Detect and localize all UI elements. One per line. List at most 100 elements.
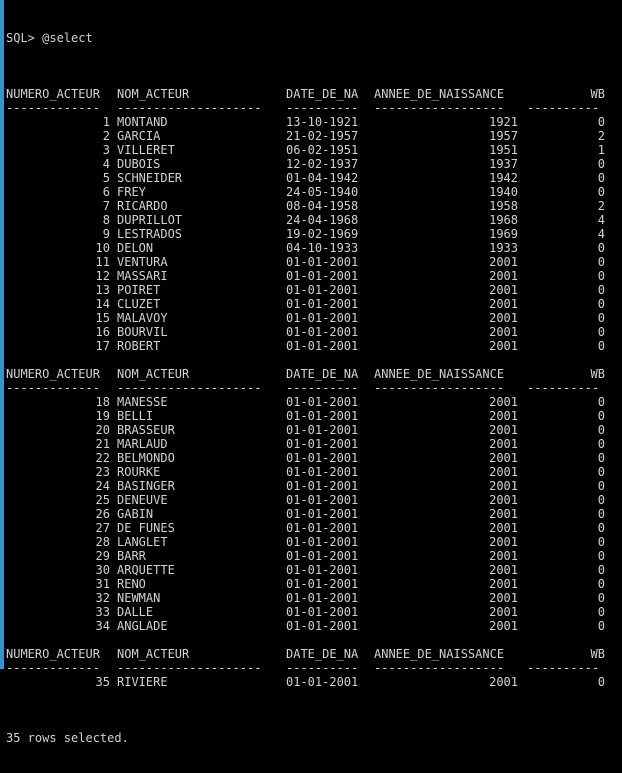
table-row: 25 DENEUVE 01-01-2001 2001 0	[6, 493, 622, 507]
date-de-na-cell: 01-04-1942	[286, 171, 359, 185]
numero-acteur-cell: 22	[95, 451, 110, 465]
nom-acteur-cell: VENTURA	[117, 255, 168, 269]
annee-de-naissance-cell: 2001	[489, 325, 518, 339]
header-wb: WB	[590, 87, 605, 101]
column-separator: --------------------	[117, 661, 262, 675]
wb-cell: 0	[597, 409, 605, 423]
wb-cell: 0	[597, 185, 605, 199]
column-separator: ----------	[527, 381, 600, 395]
table-row: 10 DELON 04-10-1933 1933 0	[6, 241, 622, 255]
annee-de-naissance-cell: 2001	[489, 549, 518, 563]
column-separator: --------------------	[117, 381, 262, 395]
numero-acteur-cell: 14	[95, 297, 110, 311]
table-row: 9 LESTRADOS 19-02-1969 1969 4	[6, 227, 622, 241]
table-row: 30 ARQUETTE 01-01-2001 2001 0	[6, 563, 622, 577]
table-row: 26 GABIN 01-01-2001 2001 0	[6, 507, 622, 521]
annee-de-naissance-cell: 2001	[489, 591, 518, 605]
annee-de-naissance-cell: 2001	[489, 311, 518, 325]
numero-acteur-cell: 8	[102, 213, 110, 227]
numero-acteur-cell: 13	[95, 283, 110, 297]
wb-cell: 0	[597, 283, 605, 297]
table-row: 15 MALAVOY 01-01-2001 2001 0	[6, 311, 622, 325]
nom-acteur-cell: BASINGER	[117, 479, 175, 493]
table-row: 1 MONTAND 13-10-1921 1921 0	[6, 115, 622, 129]
numero-acteur-cell: 2	[102, 129, 110, 143]
nom-acteur-cell: POIRET	[117, 283, 161, 297]
numero-acteur-cell: 31	[95, 577, 110, 591]
wb-cell: 4	[597, 213, 605, 227]
nom-acteur-cell: DALLE	[117, 605, 154, 619]
annee-de-naissance-cell: 2001	[489, 619, 518, 633]
date-de-na-cell: 13-10-1921	[286, 115, 359, 129]
numero-acteur-cell: 21	[95, 437, 110, 451]
date-de-na-cell: 01-01-2001	[286, 325, 359, 339]
numero-acteur-cell: 12	[95, 269, 110, 283]
annee-de-naissance-cell: 2001	[489, 451, 518, 465]
date-de-na-cell: 06-02-1951	[286, 143, 359, 157]
annee-de-naissance-cell: 2001	[489, 339, 518, 353]
table-row: 20 BRASSEUR 01-01-2001 2001 0	[6, 423, 622, 437]
wb-cell: 0	[597, 255, 605, 269]
date-de-na-cell: 01-01-2001	[286, 255, 359, 269]
table-row: 14 CLUZET 01-01-2001 2001 0	[6, 297, 622, 311]
table-row: 29 BARR 01-01-2001 2001 0	[6, 549, 622, 563]
annee-de-naissance-cell: 2001	[489, 675, 518, 689]
column-separator: -------------	[6, 101, 100, 115]
nom-acteur-cell: VILLERET	[117, 143, 175, 157]
table-row: 18 MANESSE 01-01-2001 2001 0	[6, 395, 622, 409]
table-row: 21 MARLAUD 01-01-2001 2001 0	[6, 437, 622, 451]
nom-acteur-cell: CLUZET	[117, 297, 161, 311]
header-numero-acteur: NUMERO_ACTEUR	[6, 87, 100, 101]
nom-acteur-cell: BARR	[117, 549, 146, 563]
date-de-na-cell: 01-01-2001	[286, 409, 359, 423]
annee-de-naissance-cell: 2001	[489, 465, 518, 479]
header-date-de-na: DATE_DE_NA	[286, 367, 359, 381]
numero-acteur-cell: 26	[95, 507, 110, 521]
nom-acteur-cell: ROURKE	[117, 465, 161, 479]
annee-de-naissance-cell: 2001	[489, 577, 518, 591]
header-annee-de-naissance: ANNEE_DE_NAISSANCE	[374, 647, 505, 661]
wb-cell: 0	[597, 507, 605, 521]
numero-acteur-cell: 5	[102, 171, 110, 185]
nom-acteur-cell: DELON	[117, 241, 154, 255]
table-row: 32 NEWMAN 01-01-2001 2001 0	[6, 591, 622, 605]
nom-acteur-cell: DUPRILLOT	[117, 213, 183, 227]
nom-acteur-cell: ROBERT	[117, 339, 161, 353]
column-separator: ----------	[286, 661, 359, 675]
annee-de-naissance-cell: 1940	[489, 185, 518, 199]
table-row: 19 BELLI 01-01-2001 2001 0	[6, 409, 622, 423]
annee-de-naissance-cell: 1921	[489, 115, 518, 129]
wb-cell: 0	[597, 563, 605, 577]
annee-de-naissance-cell: 2001	[489, 255, 518, 269]
date-de-na-cell: 01-01-2001	[286, 423, 359, 437]
rows-selected-text: 35 rows selected.	[6, 731, 129, 745]
wb-cell: 0	[597, 423, 605, 437]
wb-cell: 0	[597, 479, 605, 493]
date-de-na-cell: 01-01-2001	[286, 563, 359, 577]
table-row: 13 POIRET 01-01-2001 2001 0	[6, 283, 622, 297]
annee-de-naissance-cell: 1968	[489, 213, 518, 227]
nom-acteur-cell: GABIN	[117, 507, 154, 521]
date-de-na-cell: 01-01-2001	[286, 577, 359, 591]
header-date-de-na: DATE_DE_NA	[286, 87, 359, 101]
column-separator: -------------	[6, 661, 100, 675]
date-de-na-cell: 01-01-2001	[286, 591, 359, 605]
nom-acteur-cell: DENEUVE	[117, 493, 168, 507]
wb-cell: 0	[597, 437, 605, 451]
annee-de-naissance-cell: 2001	[489, 563, 518, 577]
wb-cell: 0	[597, 465, 605, 479]
numero-acteur-cell: 4	[102, 157, 110, 171]
column-separator: ----------	[527, 661, 600, 675]
annee-de-naissance-cell: 1933	[489, 241, 518, 255]
date-de-na-cell: 01-01-2001	[286, 521, 359, 535]
annee-de-naissance-cell: 2001	[489, 395, 518, 409]
sqlplus-console[interactable]: SQL> @select NUMERO_ACTEUR NOM_ACTEUR DATE…	[6, 3, 622, 745]
nom-acteur-cell: RIVIERE	[117, 675, 168, 689]
header-date-de-na: DATE_DE_NA	[286, 647, 359, 661]
numero-acteur-cell: 24	[95, 479, 110, 493]
nom-acteur-cell: LANGLET	[117, 535, 168, 549]
wb-cell: 0	[597, 325, 605, 339]
table-row: 24 BASINGER 01-01-2001 2001 0	[6, 479, 622, 493]
annee-de-naissance-cell: 1969	[489, 227, 518, 241]
